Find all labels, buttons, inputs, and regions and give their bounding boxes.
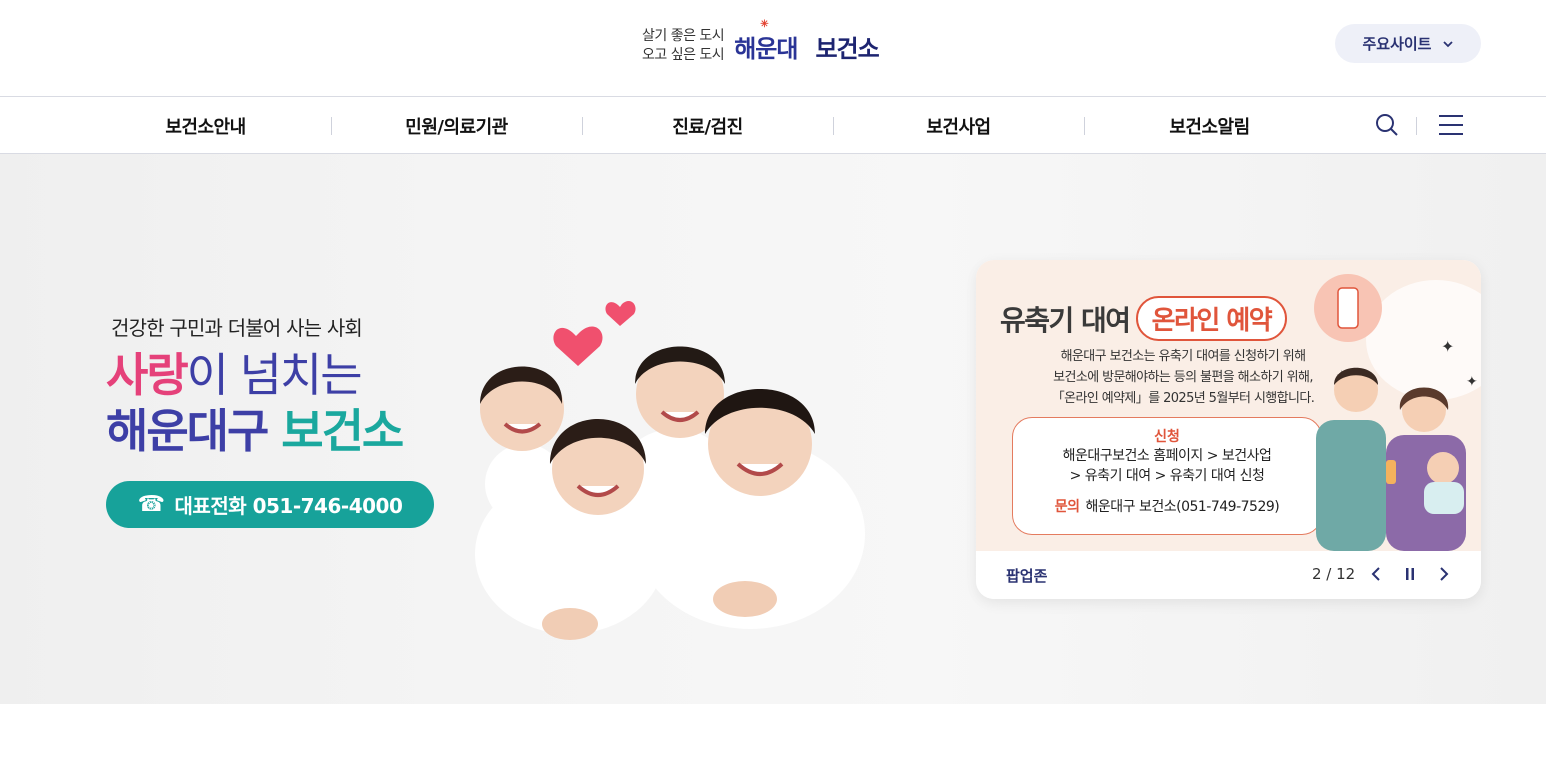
brand-text: 해운대	[734, 33, 798, 63]
nav-item-treatment-checkup[interactable]: 진료/검진	[582, 97, 833, 154]
org-name: 보건소	[815, 34, 879, 63]
hero-title-district: 해운대구	[106, 404, 269, 458]
popup-zone-label: 팝업존	[1006, 567, 1048, 585]
hero-title-center: 보건소	[281, 404, 404, 458]
heart-icon	[605, 301, 636, 326]
contact-info: 문의 해운대구 보건소(051-749-7529)	[1013, 496, 1321, 516]
logo-slogan: 살기 좋은 도시 오고 싶은 도시	[642, 27, 725, 65]
search-icon[interactable]	[1374, 112, 1400, 138]
hamburger-menu-icon[interactable]	[1438, 113, 1464, 137]
hero-title-highlight: 사랑	[106, 348, 189, 402]
hero-title-line-1: 사랑이 넘치는	[106, 347, 363, 403]
popup-info-box: 신청 해운대구보건소 홈페이지 > 보건사업 > 유축기 대여 > 유축기 대여…	[1012, 417, 1322, 535]
hero-subtitle: 건강한 구민과 더불어 사는 사회	[111, 316, 363, 340]
chevron-right-icon	[1440, 567, 1449, 581]
popup-controls: 팝업존 2 / 12	[976, 551, 1481, 599]
popup-title-text: 유축기 대여	[1000, 303, 1131, 337]
hero-title-rest: 이 넘치는	[186, 348, 363, 402]
nav-item-notices[interactable]: 보건소알림	[1084, 97, 1335, 154]
brand-name: ✳ 해운대	[734, 19, 798, 64]
slogan-line-2: 오고 싶은 도시	[642, 47, 725, 63]
nav-item-civil-medical[interactable]: 민원/의료기관	[331, 97, 582, 154]
chevron-down-icon	[1442, 40, 1453, 47]
next-slide-button[interactable]	[1434, 564, 1454, 584]
major-sites-button[interactable]: 주요사이트	[1335, 24, 1481, 63]
prev-slide-button[interactable]	[1366, 564, 1386, 584]
heart-icon	[553, 326, 603, 366]
contact-label: 문의	[1054, 499, 1080, 515]
main-phone-label: 대표전화 051-746-4000	[174, 494, 403, 518]
site-header: 살기 좋은 도시 오고 싶은 도시 ✳ 해운대 보건소 주요사이트	[0, 0, 1546, 97]
nav-item-health-projects[interactable]: 보건사업	[833, 97, 1084, 154]
pause-icon	[1406, 568, 1414, 580]
contact-value: 해운대구 보건소(051-749-7529)	[1085, 499, 1280, 515]
apply-path-line: > 유축기 대여 > 유축기 대여 신청	[1069, 468, 1265, 484]
site-logo[interactable]: 살기 좋은 도시 오고 싶은 도시 ✳ 해운대 보건소	[642, 19, 880, 68]
major-sites-label: 주요사이트	[1362, 35, 1432, 53]
parents-baby-illustration	[1316, 367, 1466, 551]
main-nav: 보건소안내 민원/의료기관 진료/검진 보건사업 보건소알림	[0, 97, 1546, 154]
phone-icon: ☎	[137, 492, 165, 517]
family-photo	[475, 301, 865, 640]
popup-title: 유축기 대여 온라인 예약	[1000, 296, 1288, 341]
hero-banner: 건강한 구민과 더불어 사는 사회 사랑이 넘치는 해운대구 보건소 ☎ 대표전…	[0, 154, 1546, 704]
apply-path-line: 해운대구보건소 홈페이지 > 보건사업	[1062, 448, 1272, 464]
slide-counter: 2 / 12	[1312, 565, 1356, 583]
slogan-line-1: 살기 좋은 도시	[642, 28, 725, 44]
apply-label: 신청	[1154, 429, 1180, 445]
popup-title-tag: 온라인 예약	[1135, 296, 1288, 341]
chevron-left-icon	[1371, 567, 1380, 581]
brand-spark-icon: ✳	[760, 18, 768, 30]
nav-item-health-center-guide[interactable]: 보건소안내	[80, 97, 331, 154]
nav-tools-divider	[1416, 117, 1417, 135]
hero-title-line-2: 해운대구 보건소	[106, 403, 404, 459]
popup-zone: ✦ ✦ ✦ 유축기 대여 온라인 예약 해운대구 보건소는 유축기 대여를 신청…	[976, 260, 1481, 599]
pause-slide-button[interactable]	[1400, 564, 1420, 584]
popup-slide[interactable]: ✦ ✦ ✦ 유축기 대여 온라인 예약 해운대구 보건소는 유축기 대여를 신청…	[976, 260, 1481, 551]
main-phone-button[interactable]: ☎ 대표전화 051-746-4000	[106, 481, 434, 528]
